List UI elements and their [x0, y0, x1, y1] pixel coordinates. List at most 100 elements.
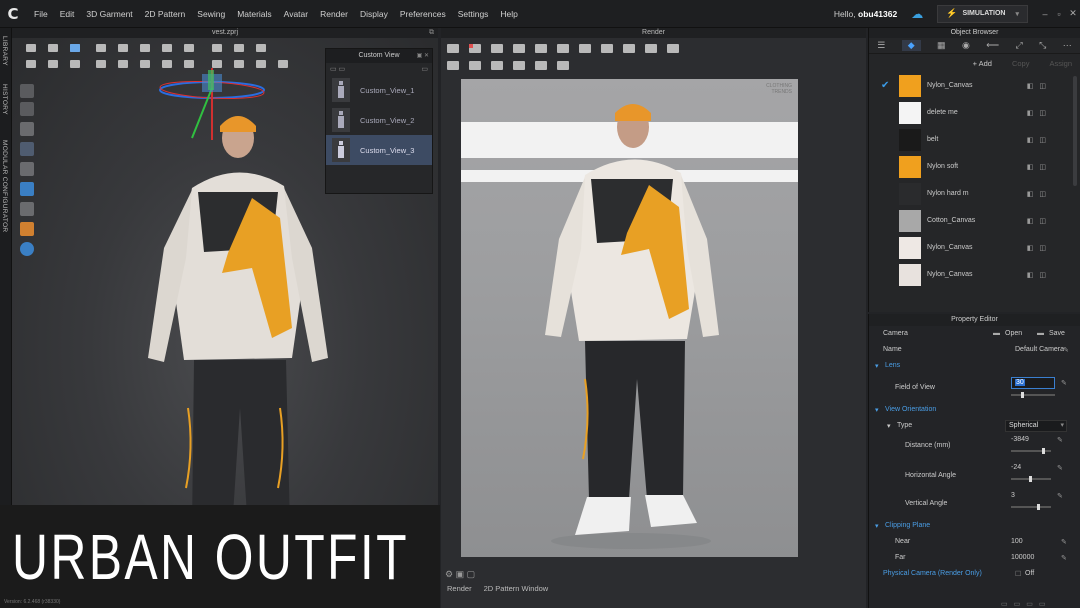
- menu-file[interactable]: File: [28, 9, 54, 19]
- fabric-row-icons[interactable]: ◧◫: [1027, 217, 1052, 225]
- custom-view-item[interactable]: Custom_View_1: [326, 75, 432, 105]
- fabric-list-item[interactable]: Cotton_Canvas ◧◫: [869, 207, 1080, 234]
- horizontal-angle-slider[interactable]: [1011, 476, 1051, 482]
- menu-edit[interactable]: Edit: [54, 9, 81, 19]
- menu-help[interactable]: Help: [494, 9, 523, 19]
- fabric-list-item[interactable]: belt ◧◫: [869, 126, 1080, 153]
- tool-globe-icon[interactable]: [20, 242, 34, 256]
- menu-materials[interactable]: Materials: [231, 9, 277, 19]
- tool-garment-icon[interactable]: [20, 102, 34, 116]
- panel-close-icon[interactable]: ▣ ✕: [417, 49, 429, 63]
- username[interactable]: obu41362: [858, 9, 897, 19]
- fabric-row-icons[interactable]: ◧◫: [1027, 109, 1052, 117]
- edit-pen-icon[interactable]: ✎: [1061, 379, 1067, 387]
- fabric-list-item[interactable]: Nylon hard m ◧◫: [869, 180, 1080, 207]
- more-tab-icon[interactable]: ⋯: [1063, 40, 1072, 51]
- fov-input[interactable]: 30: [1011, 377, 1055, 389]
- custom-view-item-selected[interactable]: Custom_View_3: [326, 135, 432, 165]
- fabric-row-icons[interactable]: ◧◫: [1027, 163, 1052, 171]
- cloud-icon[interactable]: ☁: [911, 7, 923, 21]
- fabric-row-icons[interactable]: ◧◫: [1027, 190, 1052, 198]
- tool-skin-icon[interactable]: [20, 222, 34, 236]
- maximize-icon[interactable]: ▫: [1052, 9, 1066, 19]
- menu-sewing[interactable]: Sewing: [191, 9, 231, 19]
- edit-pen-icon[interactable]: ✎: [1061, 554, 1067, 562]
- delete-view-icon[interactable]: ▭: [421, 65, 428, 73]
- tab-render[interactable]: Render: [441, 584, 478, 598]
- menu-render[interactable]: Render: [314, 9, 354, 19]
- trim-tab-icon[interactable]: ◉: [962, 40, 970, 51]
- line-tab-icon[interactable]: ⟵: [986, 40, 999, 51]
- horizontal-angle-value[interactable]: -24: [1011, 464, 1021, 471]
- object-browser-scrollbar[interactable]: [1073, 76, 1077, 186]
- copy-button[interactable]: Copy: [1012, 59, 1030, 68]
- edit-pen-icon[interactable]: ✎: [1063, 346, 1069, 354]
- render-toolbar[interactable]: [445, 40, 705, 74]
- fabric-list-item[interactable]: Nylon_Canvas ◧◫: [869, 234, 1080, 261]
- tab-history[interactable]: HISTORY: [1, 84, 8, 115]
- far-value[interactable]: 100000: [1011, 554, 1034, 561]
- add-view-icon[interactable]: ▭ ▭: [330, 65, 345, 73]
- tool-shirt-icon[interactable]: [20, 122, 34, 136]
- bottom-status-icons[interactable]: ▭▭▭▭: [1001, 600, 1051, 608]
- tool-person-icon[interactable]: [20, 162, 34, 176]
- fabric-tab-icon[interactable]: ◆: [901, 40, 921, 51]
- type-select[interactable]: Spherical ▾: [1005, 420, 1067, 432]
- vertical-angle-slider[interactable]: [1011, 504, 1051, 510]
- menu-avatar[interactable]: Avatar: [278, 9, 314, 19]
- fabric-list-item[interactable]: Nylon_Canvas ◧◫: [869, 261, 1080, 288]
- tool-fabric-icon[interactable]: [20, 142, 34, 156]
- simulation-mode-dropdown[interactable]: ⚡ SIMULATION ▾: [937, 4, 1028, 23]
- tool-texture-icon[interactable]: [20, 182, 34, 196]
- render-window[interactable]: Render CLOTHING TRENDS ⚙ ▣ ▢: [441, 28, 866, 608]
- clipping-plane-section[interactable]: ▾ Clipping Plane: [869, 518, 1080, 534]
- minimize-icon[interactable]: –: [1038, 9, 1052, 19]
- menu-2d-pattern[interactable]: 2D Pattern: [139, 9, 192, 19]
- fabric-row-icons[interactable]: ◧◫: [1027, 82, 1052, 90]
- slider-knob[interactable]: [1021, 392, 1024, 398]
- lens-section[interactable]: ▾ Lens: [869, 358, 1080, 374]
- save-button[interactable]: Save: [1049, 330, 1065, 337]
- fov-slider[interactable]: [1011, 392, 1055, 398]
- checkbox-icon[interactable]: ☐: [1015, 570, 1021, 578]
- tool-avatar-icon[interactable]: [20, 84, 34, 98]
- custom-view-item[interactable]: Custom_View_2: [326, 105, 432, 135]
- menu-preferences[interactable]: Preferences: [394, 9, 452, 19]
- fabric-row-icons[interactable]: ◧◫: [1027, 244, 1052, 252]
- fabric-list-item[interactable]: delete me ◧◫: [869, 99, 1080, 126]
- edit-pen-icon[interactable]: ✎: [1057, 436, 1063, 444]
- tool-hanger-icon[interactable]: [20, 202, 34, 216]
- fabric-row-icons[interactable]: ◧◫: [1027, 136, 1052, 144]
- close-icon[interactable]: ✕: [1066, 8, 1080, 19]
- fabric-list-item[interactable]: ✔ Nylon_Canvas ◧◫: [869, 72, 1080, 99]
- view-orientation-section[interactable]: ▾ View Orientation: [869, 402, 1080, 418]
- menu-settings[interactable]: Settings: [452, 9, 495, 19]
- tab-2d-pattern-window[interactable]: 2D Pattern Window: [478, 584, 555, 598]
- edit-pen-icon[interactable]: ✎: [1057, 464, 1063, 472]
- dock-icon[interactable]: ⧉: [429, 28, 434, 38]
- menu-3d-garment[interactable]: 3D Garment: [80, 9, 138, 19]
- open-button[interactable]: Open: [1005, 330, 1022, 337]
- tab-library[interactable]: LIBRARY: [1, 36, 8, 66]
- assign-button[interactable]: Assign: [1049, 59, 1072, 68]
- camera-name-value[interactable]: Default Camera: [1015, 346, 1064, 353]
- menu-display[interactable]: Display: [354, 9, 394, 19]
- tab-modular-configurator[interactable]: MODULAR CONFIGURATOR: [1, 140, 8, 232]
- near-value[interactable]: 100: [1011, 538, 1023, 545]
- list-view-icon[interactable]: ☰: [877, 40, 885, 51]
- edit-pen-icon[interactable]: ✎: [1057, 492, 1063, 500]
- fabric-row-icons[interactable]: ◧◫: [1027, 271, 1052, 279]
- distance-value[interactable]: -3849: [1011, 436, 1029, 443]
- render-bottom-icons[interactable]: ⚙ ▣ ▢: [445, 569, 475, 580]
- fabric-list-item[interactable]: Nylon soft ◧◫: [869, 153, 1080, 180]
- topstitch-tab-icon[interactable]: ⤡: [1039, 40, 1046, 51]
- zipper-tab-icon[interactable]: ⤢: [1016, 40, 1023, 51]
- button-tab-icon[interactable]: ▦: [937, 40, 946, 51]
- slider-knob[interactable]: [1037, 504, 1040, 510]
- add-button[interactable]: + Add: [973, 59, 992, 68]
- edit-pen-icon[interactable]: ✎: [1061, 538, 1067, 546]
- slider-knob[interactable]: [1042, 448, 1045, 454]
- distance-slider[interactable]: [1011, 448, 1051, 454]
- slider-knob[interactable]: [1029, 476, 1032, 482]
- vertical-angle-value[interactable]: 3: [1011, 492, 1015, 499]
